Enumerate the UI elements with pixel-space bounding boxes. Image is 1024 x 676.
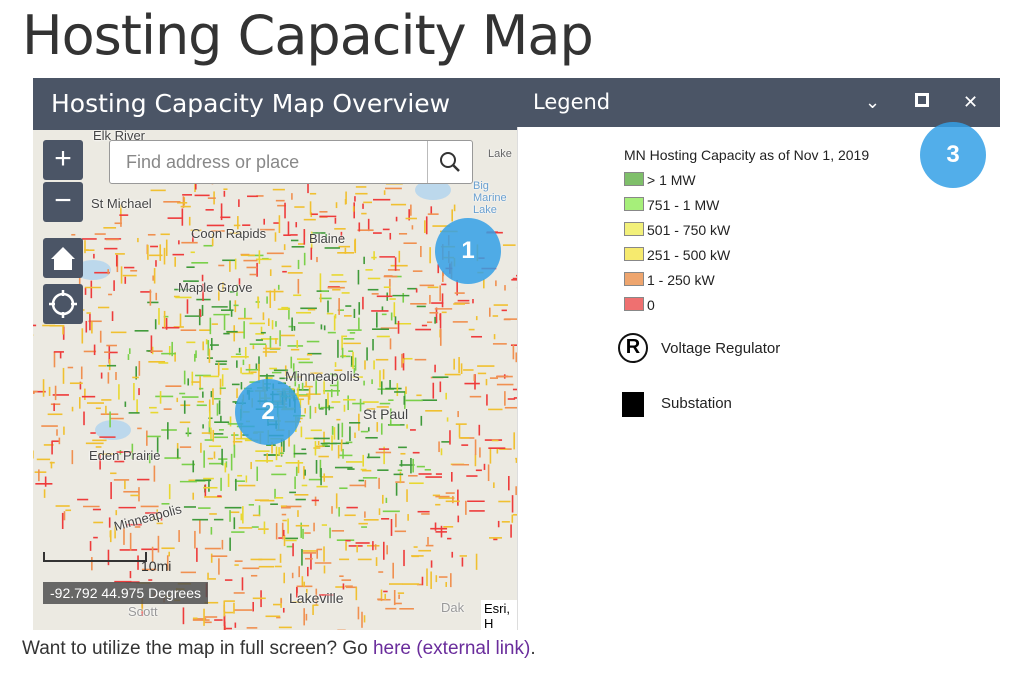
- legend-swatch: [624, 172, 644, 186]
- footer-text: Want to utilize the map in full screen? …: [22, 638, 536, 660]
- place-label: Big Marine Lake: [473, 180, 507, 216]
- legend-swatch: [624, 222, 644, 236]
- attribution: Esri, H: [481, 600, 517, 630]
- legend-title: Legend: [533, 90, 611, 114]
- legend-panel-title: Legend ⌄ ✕: [517, 78, 1000, 127]
- callout-2: 2: [235, 379, 301, 445]
- place-label: St Michael: [91, 196, 152, 211]
- legend-class-item: 751 - 1 MW: [624, 197, 719, 213]
- legend-class-label: 501 - 750 kW: [647, 222, 731, 238]
- collapse-button[interactable]: ⌄: [865, 78, 880, 127]
- place-label: Minneapolis: [285, 368, 360, 384]
- zoom-in-button[interactable]: +: [43, 140, 83, 180]
- legend-class-label: 1 - 250 kW: [647, 272, 715, 288]
- maximize-button[interactable]: [915, 93, 929, 107]
- home-icon: [51, 247, 75, 270]
- voltage-regulator-icon: R: [618, 333, 648, 363]
- legend-class-item: 0: [624, 297, 655, 313]
- search-input[interactable]: Find address or place: [126, 152, 299, 173]
- legend-swatch: [624, 272, 644, 286]
- callout-3: 3: [920, 122, 986, 188]
- legend-class-item: 501 - 750 kW: [624, 222, 730, 238]
- page-title: Hosting Capacity Map: [22, 4, 594, 67]
- close-button[interactable]: ✕: [963, 78, 978, 127]
- place-label: Blaine: [309, 231, 346, 246]
- zoom-out-button[interactable]: −: [43, 182, 83, 222]
- legend-class-item: 251 - 500 kW: [624, 247, 730, 263]
- coordinates-readout: -92.792 44.975 Degrees: [43, 582, 208, 604]
- place-label: Lake: [488, 148, 512, 160]
- scale-label: 10mi: [141, 558, 172, 574]
- place-label: St Paul: [363, 406, 409, 422]
- legend-class-label: > 1 MW: [647, 172, 696, 188]
- place-label: Coon Rapids: [191, 226, 267, 241]
- map-view[interactable]: Elk River St Michael Coon Rapids Blaine …: [33, 130, 517, 630]
- footer-prompt: Want to utilize the map in full screen? …: [22, 638, 373, 659]
- place-label: Scott: [128, 604, 158, 619]
- place-label: Dak: [441, 600, 465, 615]
- legend-voltage-regulator: Voltage Regulator: [661, 340, 781, 357]
- callout-1: 1: [435, 218, 501, 284]
- map-panel-title: Hosting Capacity Map Overview: [33, 78, 517, 130]
- place-label: Eden Prairie: [89, 448, 161, 463]
- legend-swatch: [624, 197, 644, 211]
- scale-bar: [43, 552, 147, 562]
- legend-swatch: [624, 247, 644, 261]
- legend-class-label: 751 - 1 MW: [647, 197, 720, 213]
- locate-button[interactable]: [43, 284, 83, 324]
- search-button[interactable]: [427, 141, 472, 183]
- legend-body: MN Hosting Capacity as of Nov 1, 2019 > …: [517, 127, 1001, 630]
- legend-swatch: [624, 297, 644, 311]
- fullscreen-link[interactable]: here (external link): [373, 638, 530, 659]
- legend-class-label: 0: [647, 297, 655, 313]
- legend-substation: Substation: [661, 395, 732, 412]
- substation-icon: [622, 392, 644, 417]
- legend-class-item: 1 - 250 kW: [624, 272, 715, 288]
- legend-layer-title: MN Hosting Capacity as of Nov 1, 2019: [624, 147, 870, 163]
- search-box[interactable]: Find address or place: [109, 140, 473, 184]
- footer-end: .: [530, 638, 536, 659]
- legend-class-item: > 1 MW: [624, 172, 696, 188]
- legend-class-label: 251 - 500 kW: [647, 247, 731, 263]
- search-icon: [440, 152, 460, 172]
- home-button[interactable]: [43, 238, 83, 278]
- place-label: Maple Grove: [178, 280, 253, 295]
- locate-icon: [49, 290, 77, 318]
- place-label: Lakeville: [289, 590, 344, 606]
